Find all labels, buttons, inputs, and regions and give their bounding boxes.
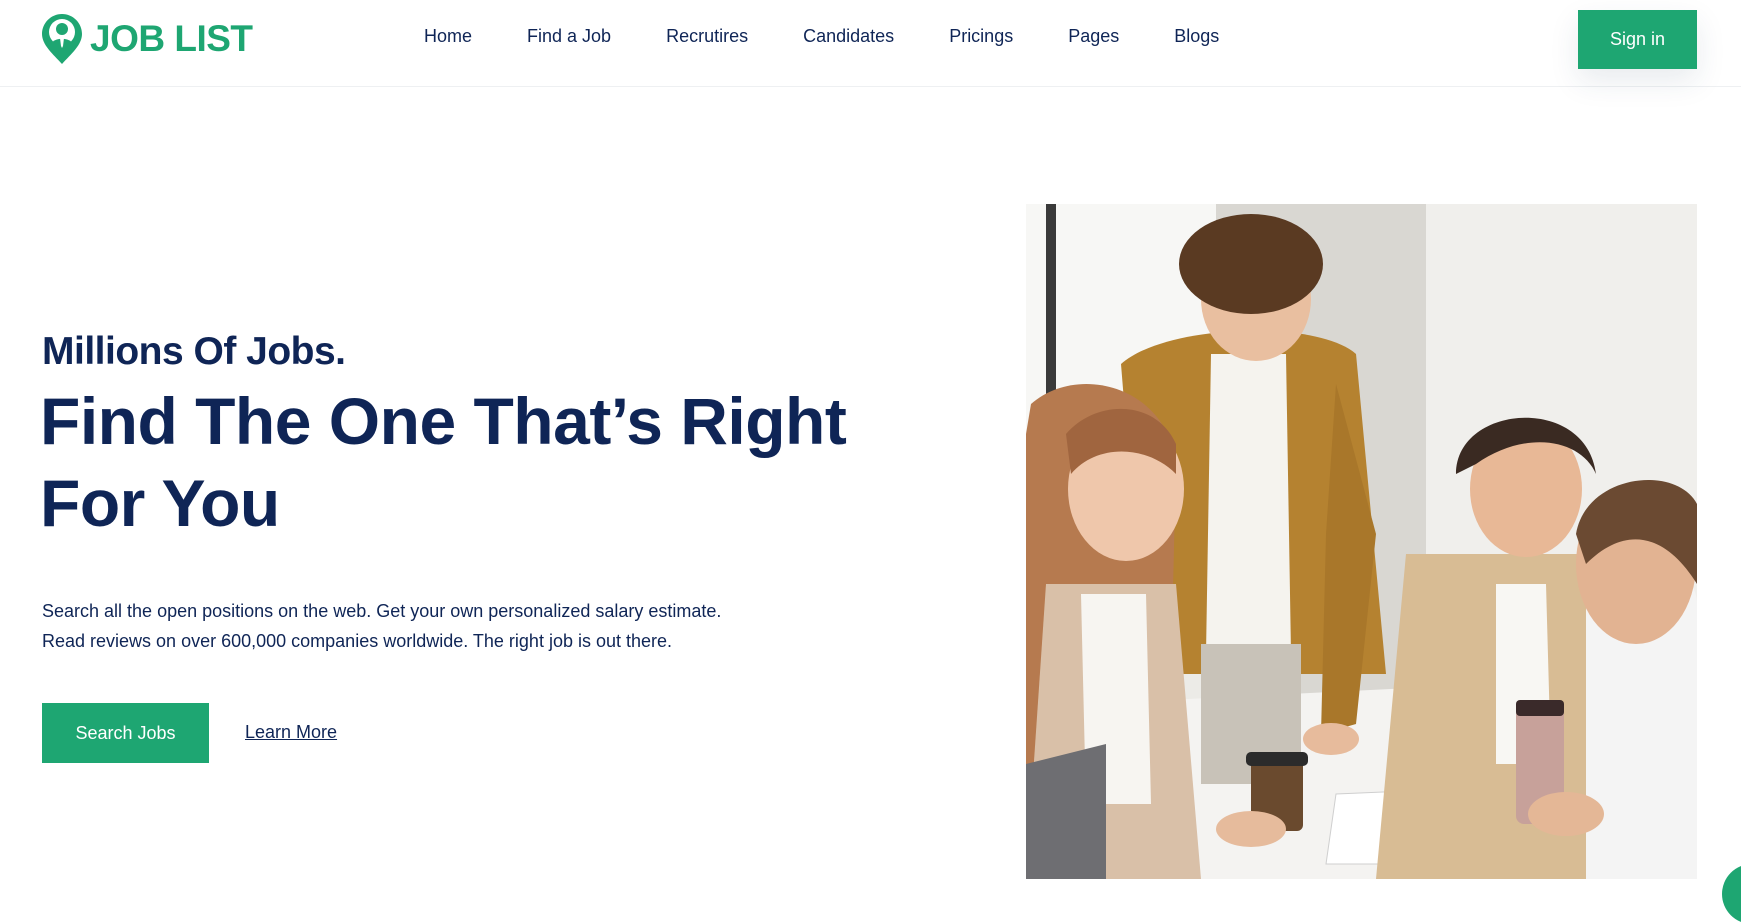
team-meeting-photo <box>1026 204 1697 879</box>
nav-pricings[interactable]: Pricings <box>949 26 1013 47</box>
scroll-top-button[interactable] <box>1722 864 1741 924</box>
logo[interactable]: JOB LIST <box>40 12 253 66</box>
hero-description-line1: Search all the open positions on the web… <box>42 601 722 621</box>
nav-blogs[interactable]: Blogs <box>1174 26 1219 47</box>
nav-candidates[interactable]: Candidates <box>803 26 894 47</box>
main-nav: Home Find a Job Recrutires Candidates Pr… <box>424 22 1274 50</box>
location-pin-person-icon <box>42 14 82 64</box>
hero-title-line1: Find The One That’s Right <box>40 384 847 458</box>
hero-subtitle: Millions Of Jobs. <box>42 330 346 373</box>
hero-title: Find The One That’s Right For You <box>40 380 940 544</box>
search-jobs-button[interactable]: Search Jobs <box>42 703 209 763</box>
photo-illustration <box>1026 204 1697 879</box>
nav-recruiters[interactable]: Recrutires <box>666 26 748 47</box>
nav-find-a-job[interactable]: Find a Job <box>527 26 611 47</box>
hero-description: Search all the open positions on the web… <box>42 596 802 656</box>
nav-home[interactable]: Home <box>424 26 472 47</box>
hero-title-line2: For You <box>40 466 280 540</box>
hero-description-line2: Read reviews on over 600,000 companies w… <box>42 631 673 651</box>
nav-pages[interactable]: Pages <box>1068 26 1119 47</box>
brand-name: JOB LIST <box>90 18 253 59</box>
site-header: JOB LIST Home Find a Job Recrutires Cand… <box>0 0 1741 87</box>
learn-more-link[interactable]: Learn More <box>245 722 337 743</box>
sign-in-button[interactable]: Sign in <box>1578 10 1697 69</box>
